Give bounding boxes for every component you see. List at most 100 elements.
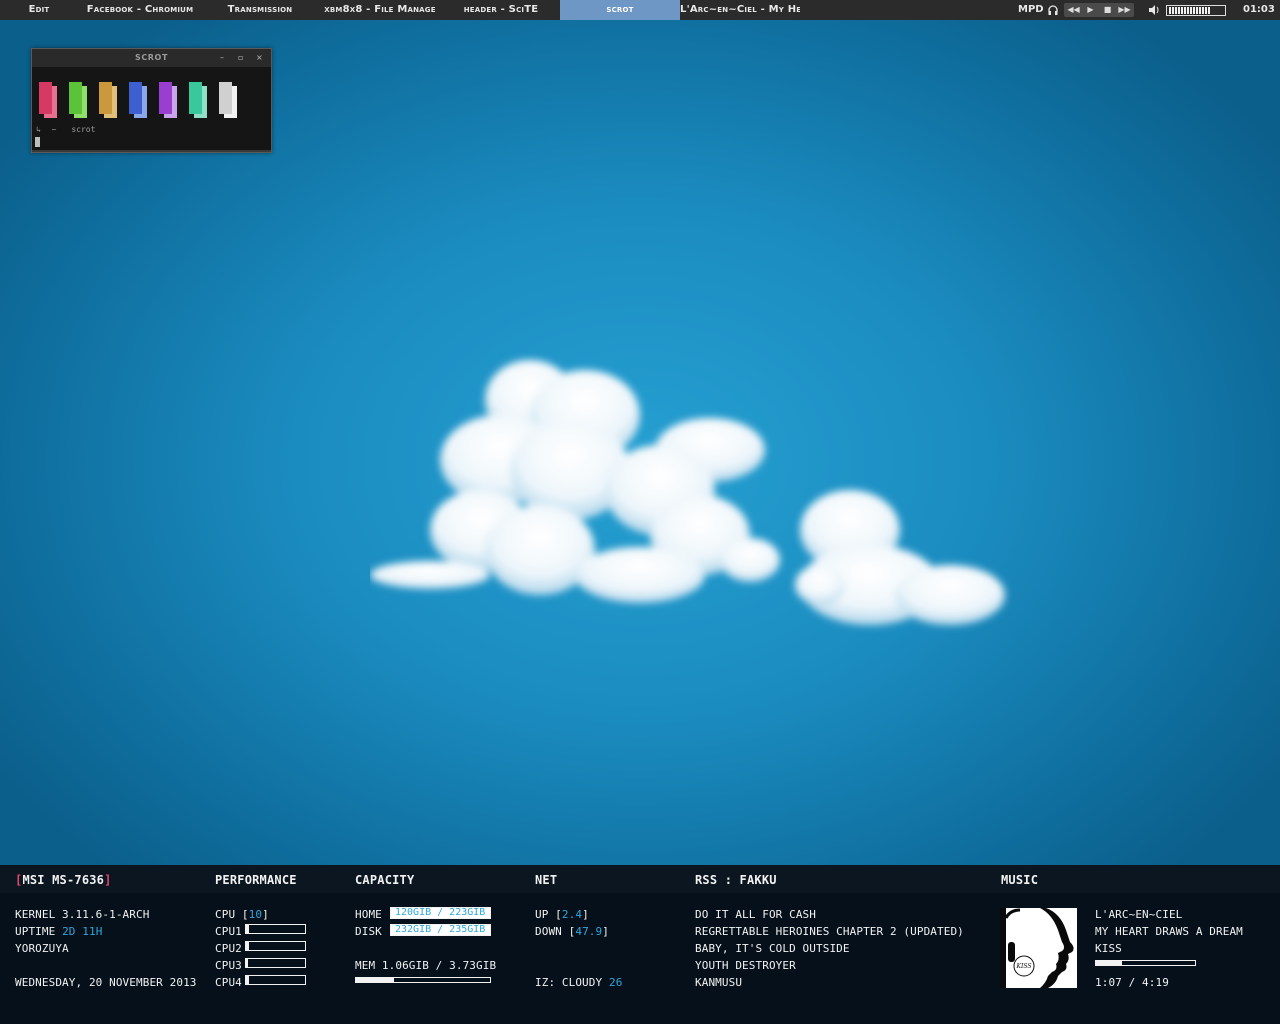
media-controls: ◀◀ ▶ ■ ▶▶ [1064, 3, 1134, 17]
prompt-command: scrot [71, 125, 96, 134]
machine-name: MSI MS-7636 [22, 873, 105, 887]
mem-bar-fill [356, 978, 394, 982]
clock: 01:03 [1243, 4, 1275, 15]
mem-usage: MEM 1.06GIB / 3.73GIB [355, 959, 496, 972]
top-panel: Edit Facebook - Chromium Transmission xb… [0, 0, 1280, 20]
tab-scrot[interactable]: scrot [560, 0, 680, 20]
color-swatch [219, 82, 237, 118]
terminal-titlebar[interactable]: scrot [32, 49, 271, 67]
rss-item[interactable]: DO IT ALL FOR CASH [695, 908, 816, 921]
music-title: MY HEART DRAWS A DREAM [1095, 925, 1243, 938]
music-progress-bar[interactable] [1095, 960, 1196, 966]
performance-header: PERFORMANCE [215, 873, 297, 887]
maximize-icon[interactable]: ▫ [238, 49, 243, 67]
tab-facebook-chromium[interactable]: Facebook - Chromium [78, 0, 202, 20]
disk-usage-text: 232GIB / 235GIB [395, 924, 486, 935]
cpu2-bar-fill [246, 942, 249, 950]
conky-panel: [MSI MS-7636] KERNEL 3.11.6-1-ARCH UPTIM… [0, 865, 1280, 1024]
volume-tick [1181, 7, 1183, 14]
mem-bar [355, 977, 491, 983]
date: WEDNESDAY, 20 NOVEMBER 2013 [15, 976, 197, 989]
album-art-text: KISS [1016, 963, 1032, 970]
music-header: MUSIC [1001, 873, 1039, 887]
color-swatch-normal [219, 82, 232, 114]
color-swatch [99, 82, 117, 118]
volume-bar[interactable] [1166, 5, 1226, 16]
up-label: UP [535, 908, 549, 921]
cpu1-label: CPU1 [215, 925, 242, 938]
volume-tick [1175, 7, 1177, 14]
uptime-label: UPTIME [15, 925, 56, 938]
tab-edit[interactable]: Edit [0, 0, 78, 20]
uptime: UPTIME 2D 11H [15, 925, 102, 938]
color-swatch-normal [159, 82, 172, 114]
capacity-header: CAPACITY [355, 873, 415, 887]
weather: IZ: CLOUDY 26 [535, 976, 622, 989]
rss-item[interactable]: REGRETTABLE HEROINES CHAPTER 2 (UPDATED) [695, 925, 964, 938]
album-art-image: KISS [1000, 908, 1077, 988]
album-art: KISS [1000, 908, 1077, 988]
color-swatch [189, 82, 207, 118]
volume-tick [1184, 7, 1186, 14]
rss-item[interactable]: YOUTH DESTROYER [695, 959, 796, 972]
volume-icon[interactable] [1149, 5, 1160, 15]
cpu-total: CPU [10] [215, 908, 269, 921]
volume-tick [1178, 7, 1180, 14]
volume-tick [1199, 7, 1201, 14]
net-down: DOWN [47.9] [535, 925, 609, 938]
cpu4-bar [245, 975, 306, 985]
color-swatch [129, 82, 147, 118]
volume-tick [1190, 7, 1192, 14]
minimize-icon[interactable]: – [220, 49, 224, 67]
color-swatch-normal [189, 82, 202, 114]
tab-transmission[interactable]: Transmission [202, 0, 318, 20]
up-value: 2.4 [561, 908, 583, 921]
terminal-scrollbar[interactable] [32, 150, 271, 152]
cpu-value: 10 [248, 908, 263, 921]
mpd-label: MPD [1018, 4, 1044, 15]
disk-usage-bar: 232GIB / 235GIB [390, 924, 491, 936]
color-swatch-normal [39, 82, 52, 114]
cpu3-bar-fill [246, 959, 248, 967]
previous-icon[interactable]: ◀◀ [1065, 3, 1082, 17]
cpu1-bar-fill [246, 925, 249, 933]
panel-header-strip [0, 865, 1280, 893]
volume-tick [1205, 7, 1207, 14]
prompt-arrow-icon: ↳ [36, 125, 41, 134]
terminal-title: scrot [134, 53, 169, 62]
net-header: NET [535, 873, 558, 887]
terminal-prompt: ↳ ~ scrot [36, 125, 95, 134]
cpu2-bar [245, 941, 306, 951]
tab-scite[interactable]: header - SciTE [442, 0, 560, 20]
cpu3-label: CPU3 [215, 959, 242, 972]
stop-icon[interactable]: ■ [1099, 3, 1116, 17]
tab-music-player[interactable]: L'Arc~en~Ciel - My He [680, 0, 800, 20]
cloud-wallpaper [370, 360, 1005, 625]
kernel-version: KERNEL 3.11.6-1-ARCH [15, 908, 150, 921]
color-swatch-normal [129, 82, 142, 114]
cpu1-bar [245, 924, 306, 934]
terminal-cursor [35, 137, 40, 147]
uptime-value: 2D 11H [62, 925, 103, 938]
down-value: 47.9 [575, 925, 603, 938]
color-swatch-normal [99, 82, 112, 114]
rss-item[interactable]: BABY, IT'S COLD OUTSIDE [695, 942, 850, 955]
cpu2-label: CPU2 [215, 942, 242, 955]
volume-tick [1196, 7, 1198, 14]
net-up: UP [2.4] [535, 908, 589, 921]
next-icon[interactable]: ▶▶ [1116, 3, 1133, 17]
color-swatch [159, 82, 177, 118]
home-usage-text: 120GIB / 223GIB [395, 907, 486, 918]
mem-label: MEM [355, 959, 376, 972]
play-icon[interactable]: ▶ [1082, 3, 1099, 17]
prompt-symbol: ~ [51, 125, 57, 134]
volume-tick [1208, 7, 1210, 14]
home-label: HOME [355, 908, 382, 921]
cpu-label: CPU [215, 908, 236, 921]
tab-file-manager[interactable]: xbm8x8 - File Manage [318, 0, 442, 20]
rss-item[interactable]: KANMUSU [695, 976, 742, 989]
close-icon[interactable]: × [256, 49, 263, 67]
weather-temp: 26 [608, 976, 623, 989]
terminal-window[interactable]: scrot – ▫ × ↳ ~ scrot [31, 48, 272, 153]
system-header: [MSI MS-7636] [15, 873, 112, 887]
